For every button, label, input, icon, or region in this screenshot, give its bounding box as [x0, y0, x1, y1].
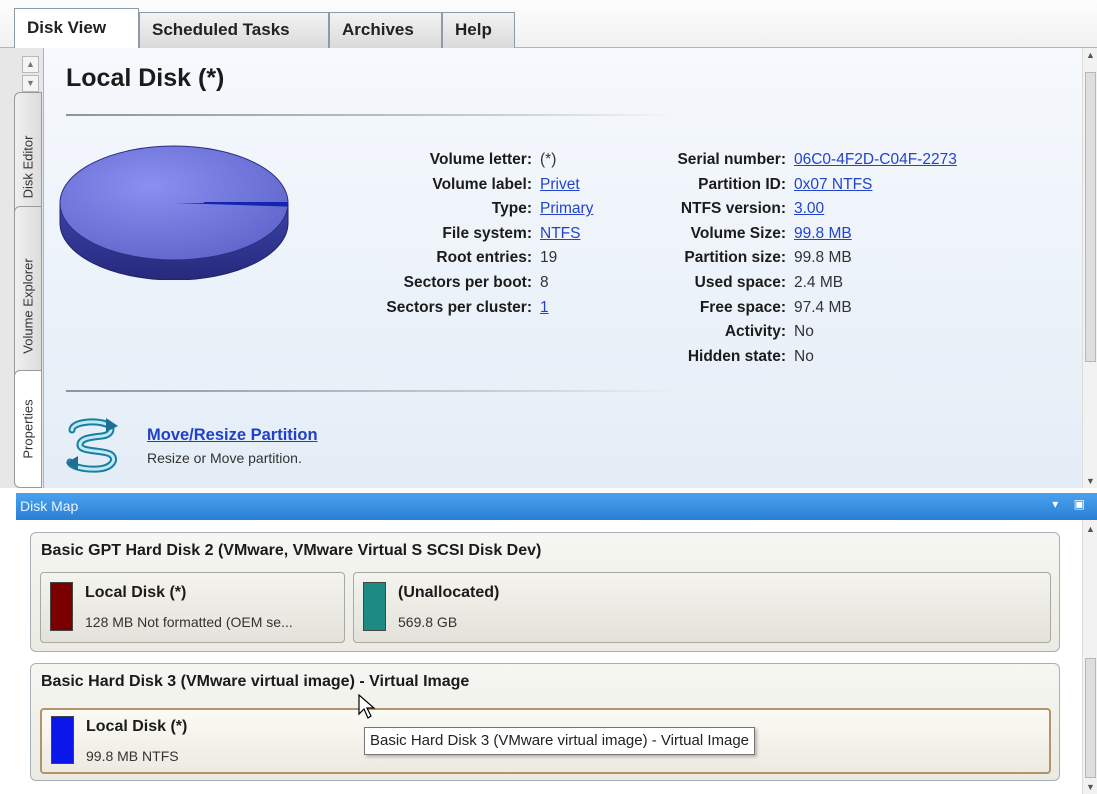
scroll-up-arrow-icon[interactable]: ▲ [1083, 50, 1097, 60]
main-tab-bar: Disk View Scheduled Tasks Archives Help [0, 0, 1097, 49]
scrollbar-thumb[interactable] [1085, 72, 1096, 362]
move-resize-icon[interactable] [62, 416, 124, 476]
scroll-down-arrow-icon[interactable]: ▼ [1083, 476, 1097, 486]
prop-serial-number: Serial number: 06C0-4F2D-C04F-2273 [677, 151, 957, 168]
panel-pin-icon[interactable]: ▾ ▣ [1052, 497, 1091, 511]
disk-map-title: Disk Map [20, 498, 79, 514]
prop-used-space: Used space: 2.4 MB [694, 273, 844, 291]
partition-info: 569.8 GB [398, 614, 458, 630]
disk-group-gpt-disk-2[interactable]: Basic GPT Hard Disk 2 (VMware, VMware Vi… [30, 532, 1060, 652]
prop-root-entries: Root entries: 19 [436, 249, 558, 267]
partition-color-swatch [363, 582, 386, 631]
move-resize-partition-link[interactable]: Move/Resize Partition [147, 426, 318, 445]
tab-archives[interactable]: Archives [329, 12, 442, 48]
tab-help[interactable]: Help [442, 12, 515, 48]
usage-pie-chart [59, 145, 289, 280]
disk-map-scrollbar[interactable]: ▲ ▼ [1082, 520, 1097, 794]
tab-disk-view[interactable]: Disk View [14, 8, 139, 49]
prop-volume-letter: Volume letter: (*) [429, 151, 557, 168]
side-tab-properties[interactable]: Properties [14, 370, 42, 488]
side-tab-label: Properties [20, 399, 36, 459]
disk-map-header: Disk Map ▾ ▣ [16, 493, 1097, 520]
volume-properties-left: Volume letter: (*) Volume label: Privet Ty… [330, 148, 593, 320]
prop-partition-id: Partition ID: 0x07 NTFS [698, 175, 873, 193]
prop-file-system: File system: NTFS [442, 224, 581, 242]
disk-group-disk-3[interactable]: Basic Hard Disk 3 (VMware virtual image)… [30, 663, 1060, 781]
side-tab-label: Disk Editor [20, 135, 36, 199]
partition-name: Local Disk (*) [86, 718, 188, 735]
prop-sectors-per-cluster: Sectors per cluster: 1 [386, 298, 549, 316]
partition-name: Local Disk (*) [85, 584, 187, 601]
partition-name: (Unallocated) [398, 584, 500, 601]
partition-color-swatch [51, 716, 74, 764]
prop-sectors-per-boot: Sectors per boot: 8 [403, 273, 549, 291]
scroll-down-arrow-icon[interactable]: ▼ [1083, 782, 1097, 792]
prop-hidden-state: Hidden state: No [687, 347, 814, 365]
partition-local-disk-oem[interactable]: Local Disk (*) 128 MB Not formatted (OEM… [40, 572, 345, 643]
partition-unallocated[interactable]: (Unallocated) 569.8 GB [353, 572, 1051, 643]
prop-free-space: Free space: 97.4 MB [699, 298, 852, 316]
page-title: Local Disk (*) [66, 64, 225, 92]
partition-info: 99.8 MB NTFS [86, 748, 179, 764]
side-tab-rail: ▲ ▼ Disk Editor Volume Explorer Properti… [0, 48, 44, 488]
prop-volume-label: Volume label: Privet [432, 175, 580, 193]
prop-volume-size: Volume Size: 99.8 MB [690, 224, 852, 242]
partition-color-swatch [50, 582, 73, 631]
prop-partition-size: Partition size: 99.8 MB [684, 249, 852, 267]
disk-tooltip: Basic Hard Disk 3 (VMware virtual image)… [364, 727, 756, 755]
scroll-up-arrow-icon[interactable]: ▲ [1083, 524, 1097, 534]
volume-properties-right: Serial number: 06C0-4F2D-C04F-2273 Partit… [630, 148, 957, 369]
tab-scheduled-tasks[interactable]: Scheduled Tasks [139, 12, 329, 48]
actions-divider [66, 390, 676, 392]
rail-scroll-down-button[interactable]: ▼ [22, 75, 39, 92]
scrollbar-thumb[interactable] [1085, 658, 1096, 778]
side-tab-label: Volume Explorer [20, 258, 36, 354]
prop-type: Type: Primary [491, 200, 594, 218]
rail-scroll-up-button[interactable]: ▲ [22, 56, 39, 73]
title-divider [66, 114, 676, 116]
partition-info: 128 MB Not formatted (OEM se... [85, 614, 293, 630]
disk-title: Basic GPT Hard Disk 2 (VMware, VMware Vi… [41, 542, 542, 559]
move-resize-description: Resize or Move partition. [147, 450, 302, 466]
prop-ntfs-version: NTFS version: 3.00 [680, 200, 825, 218]
mouse-cursor-icon [358, 694, 376, 719]
upper-panel-scrollbar[interactable]: ▲ ▼ [1082, 48, 1097, 488]
prop-activity: Activity: No [724, 323, 814, 341]
disk-title: Basic Hard Disk 3 (VMware virtual image)… [41, 673, 470, 690]
